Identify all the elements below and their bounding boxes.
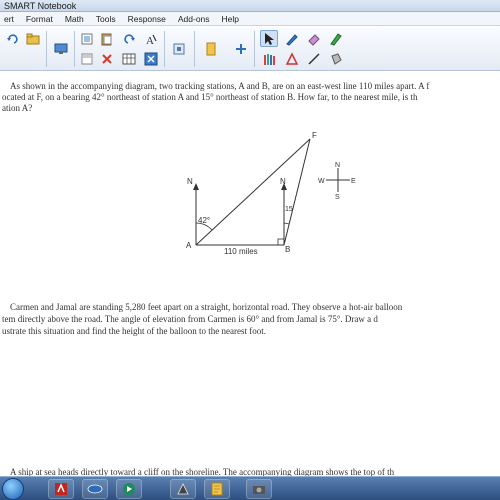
table-icon[interactable] (120, 50, 138, 67)
media-player-icon[interactable] (116, 479, 142, 499)
question-1-line-2: ocated at F, on a bearing 42° northeast … (2, 92, 418, 102)
paste-icon[interactable] (98, 30, 116, 47)
question-3-line-1: A ship at sea heads directly toward a cl… (10, 467, 395, 476)
svg-text:A: A (146, 35, 154, 46)
delete-icon[interactable] (98, 50, 116, 67)
creative-pen-icon[interactable] (327, 30, 345, 47)
compass-rose: N S W E (318, 162, 356, 200)
pdf-reader-icon[interactable] (48, 479, 74, 499)
compass-s-label: S (335, 194, 340, 200)
fill-icon[interactable] (327, 50, 345, 67)
question-2-line-3: ustrate this situation and find the heig… (2, 326, 266, 336)
label-point-f: F (312, 131, 317, 140)
line-tool-icon[interactable] (305, 50, 323, 67)
label-distance: 110 miles (224, 247, 258, 256)
label-north-a: N (187, 177, 193, 186)
select-arrow-icon[interactable] (260, 30, 278, 47)
display-screen-icon[interactable] (52, 40, 70, 57)
label-north-b: N (280, 177, 286, 186)
menu-tools[interactable]: Tools (96, 12, 116, 26)
compass-e-label: E (351, 178, 356, 185)
compass-n-label: N (335, 162, 340, 169)
menu-help[interactable]: Help (222, 12, 239, 26)
smart-board-icon[interactable] (170, 479, 196, 499)
notes-icon[interactable] (202, 40, 220, 57)
network-icon[interactable] (82, 479, 108, 499)
question-1-line-1: As shown in the accompanying diagram, tw… (10, 81, 430, 91)
label-angle-b: 15 (285, 206, 293, 213)
question-1-line-3: ation A? (2, 103, 33, 113)
eraser-icon[interactable] (305, 30, 323, 47)
start-orb-icon[interactable] (2, 478, 24, 500)
window-title: SMART Notebook (4, 1, 77, 11)
label-point-a: A (186, 241, 192, 250)
pen-icon[interactable] (283, 30, 301, 47)
triangle-icon[interactable] (283, 50, 301, 67)
menu-insert[interactable]: ert (4, 12, 14, 26)
text-recognition-icon[interactable]: A (142, 30, 160, 47)
notebook-page[interactable]: As shown in the accompanying diagram, tw… (0, 72, 500, 476)
label-point-b: B (285, 245, 290, 254)
open-folder-icon[interactable] (24, 30, 42, 47)
question-2-line-2: tem directly above the road. The angle o… (2, 314, 378, 324)
window-title-bar: SMART Notebook (0, 0, 500, 12)
menu-math[interactable]: Math (65, 12, 84, 26)
addon-icon[interactable] (232, 40, 250, 57)
cut-icon[interactable] (78, 50, 96, 67)
toolbar: A (0, 27, 500, 71)
undo-icon[interactable] (120, 30, 138, 47)
menu-format[interactable]: Format (26, 12, 53, 26)
screen-capture-icon[interactable] (78, 30, 96, 47)
notebook-icon[interactable] (204, 479, 230, 499)
screen: SMART Notebook ert Format Math Tools Res… (0, 0, 500, 500)
compass-w-label: W (318, 178, 325, 185)
pens-icon[interactable] (260, 50, 278, 67)
menu-bar: ert Format Math Tools Response Add-ons H… (0, 12, 500, 26)
redo-icon[interactable] (4, 30, 22, 47)
menu-response[interactable]: Response (128, 12, 166, 26)
taskbar (0, 476, 500, 500)
bearing-diagram[interactable]: N N 42° 15 A B F 110 miles (170, 127, 370, 277)
fit-page-icon[interactable] (142, 50, 160, 67)
label-angle-a: 42° (198, 216, 210, 225)
menu-add-ons[interactable]: Add-ons (178, 12, 210, 26)
camera-icon[interactable] (246, 479, 272, 499)
response-icon[interactable] (170, 40, 188, 57)
question-2-line-1: Carmen and Jamal are standing 5,280 feet… (10, 302, 403, 312)
